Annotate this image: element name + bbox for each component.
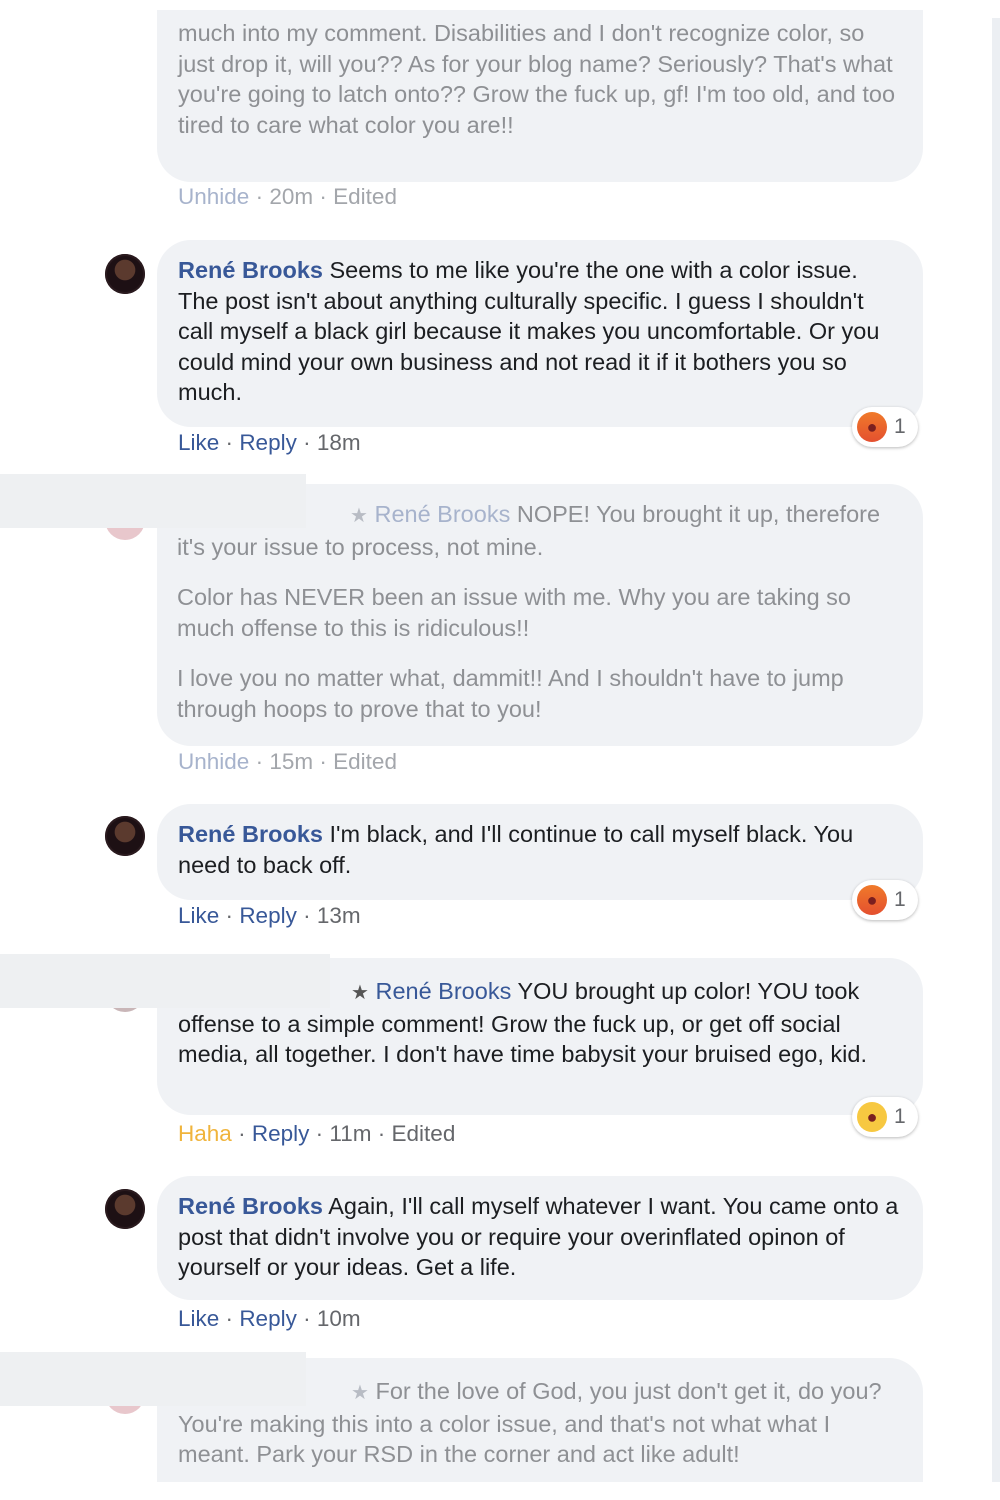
star-icon: ★	[351, 1382, 369, 1404]
comment-meta: Haha · Reply · 11m · Edited	[178, 1121, 456, 1146]
timestamp[interactable]: 15m	[269, 749, 313, 774]
edited-label[interactable]: Edited	[333, 184, 397, 209]
reaction-summary[interactable]: ● 1	[852, 407, 918, 447]
timestamp[interactable]: 18m	[317, 430, 361, 455]
like-link[interactable]: Like	[178, 903, 219, 928]
comment-bubble-hidden: much into my comment. Disabilities and I…	[157, 10, 923, 182]
comment-bubble: René Brooks Seems to me like you're the …	[157, 240, 923, 427]
redacted-author	[0, 954, 330, 1008]
mention-link[interactable]: René Brooks	[374, 501, 510, 527]
like-link[interactable]: Like	[178, 430, 219, 455]
timestamp[interactable]: 13m	[317, 903, 361, 928]
comment-meta: Unhide · 15m · Edited	[178, 749, 397, 774]
avatar[interactable]	[105, 1189, 145, 1229]
mention-link[interactable]: René Brooks	[375, 978, 511, 1004]
author-name[interactable]: René Brooks	[178, 821, 323, 847]
comment-bubble: René Brooks Again, I'll call myself what…	[157, 1176, 923, 1300]
author-name[interactable]: René Brooks	[178, 257, 323, 283]
comment-text: much into my comment. Disabilities and I…	[178, 20, 896, 138]
angry-emoji-icon: ●	[857, 885, 887, 915]
reply-link[interactable]: Reply	[239, 903, 297, 928]
reply-link[interactable]: Reply	[239, 1306, 297, 1331]
angry-emoji-icon: ●	[857, 412, 887, 442]
like-link[interactable]: Like	[178, 1306, 219, 1331]
unhide-link[interactable]: Unhide	[178, 184, 249, 209]
comment-text: I love you no matter what, dammit!! And …	[177, 665, 844, 722]
avatar[interactable]	[105, 254, 145, 294]
reply-link[interactable]: Reply	[239, 430, 297, 455]
comment-bubble: René Brooks I'm black, and I'll continue…	[157, 804, 923, 900]
haha-link[interactable]: Haha	[178, 1121, 232, 1146]
comment-text: Color has NEVER been an issue with me. W…	[177, 584, 851, 641]
edited-label[interactable]: Edited	[333, 749, 397, 774]
reaction-summary[interactable]: ● 1	[852, 1097, 918, 1137]
star-icon: ★	[350, 505, 368, 527]
redacted-author	[0, 474, 306, 528]
author-name[interactable]: René Brooks	[178, 1193, 323, 1219]
comment-meta: Like · Reply · 10m	[178, 1306, 361, 1331]
reaction-summary[interactable]: ● 1	[852, 880, 918, 920]
reply-link[interactable]: Reply	[252, 1121, 310, 1146]
redacted-author	[0, 1352, 306, 1406]
edited-label[interactable]: Edited	[392, 1121, 456, 1146]
scrollbar-track[interactable]	[992, 18, 1000, 1482]
haha-emoji-icon: ●	[857, 1102, 887, 1132]
timestamp[interactable]: 11m	[329, 1121, 371, 1146]
comment-meta: Like · Reply · 13m	[178, 903, 361, 928]
comment-meta: Unhide · 20m · Edited	[178, 184, 397, 209]
star-icon: ★	[351, 982, 369, 1004]
avatar[interactable]	[105, 816, 145, 856]
timestamp[interactable]: 10m	[317, 1306, 361, 1331]
unhide-link[interactable]: Unhide	[178, 749, 249, 774]
viewport-bottom-edge	[0, 1482, 1000, 1500]
comment-meta: Like · Reply · 18m	[178, 430, 361, 455]
timestamp[interactable]: 20m	[269, 184, 313, 209]
